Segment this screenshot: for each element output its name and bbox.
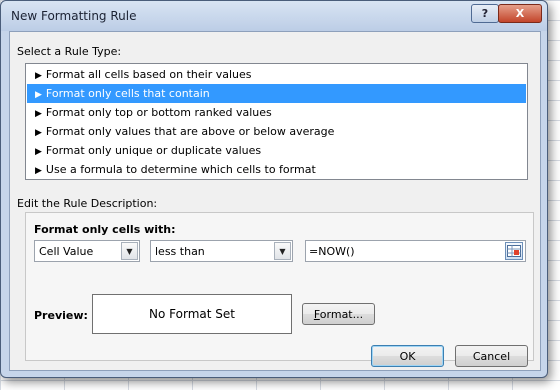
collapse-dialog-button[interactable] bbox=[505, 242, 523, 260]
format-preview: No Format Set bbox=[92, 294, 292, 334]
cancel-button[interactable]: Cancel bbox=[455, 345, 528, 367]
rule-type-label: Use a formula to determine which cells t… bbox=[45, 163, 316, 176]
rule-type-item[interactable]: ▶ Format all cells based on their values bbox=[27, 65, 526, 84]
new-formatting-rule-dialog: New Formatting Rule ? X Select a Rule Ty… bbox=[0, 0, 548, 378]
edit-rule-description-label: Edit the Rule Description: bbox=[17, 197, 158, 210]
triangle-right-icon: ▶ bbox=[35, 166, 42, 176]
rule-type-label: Format only cells that contain bbox=[45, 87, 210, 100]
triangle-right-icon: ▶ bbox=[35, 90, 42, 100]
rule-type-item[interactable]: ▶ Format only cells that contain bbox=[27, 84, 526, 103]
rule-type-item[interactable]: ▶ Format only values that are above or be… bbox=[27, 122, 526, 141]
triangle-right-icon: ▶ bbox=[35, 71, 42, 81]
preview-label: Preview: bbox=[34, 309, 88, 322]
operator-value: less than bbox=[155, 245, 205, 258]
condition-type-value: Cell Value bbox=[39, 245, 94, 258]
help-button[interactable]: ? bbox=[471, 4, 499, 23]
rule-value-input[interactable] bbox=[309, 243, 499, 259]
ok-button[interactable]: OK bbox=[371, 345, 444, 367]
cancel-button-label: Cancel bbox=[472, 349, 511, 363]
format-button-label: Format... bbox=[313, 307, 364, 321]
ok-button-label: OK bbox=[399, 349, 416, 363]
rule-type-item[interactable]: ▶ Use a formula to determine which cells … bbox=[27, 160, 526, 179]
rule-type-item[interactable]: ▶ Format only unique or duplicate values bbox=[27, 141, 526, 160]
rule-type-label: Format all cells based on their values bbox=[45, 68, 252, 81]
format-cells-with-heading: Format only cells with: bbox=[34, 223, 176, 236]
dialog-title: New Formatting Rule bbox=[11, 9, 137, 23]
close-icon: X bbox=[515, 7, 525, 20]
rule-type-label: Format only values that are above or bel… bbox=[45, 125, 335, 138]
triangle-right-icon: ▶ bbox=[35, 109, 42, 119]
help-icon: ? bbox=[481, 7, 489, 20]
range-select-icon bbox=[507, 245, 521, 257]
close-button[interactable]: X bbox=[498, 4, 542, 23]
title-bar[interactable]: New Formatting Rule ? X bbox=[1, 1, 547, 31]
dialog-body: Select a Rule Type: ▶ Format all cells ba… bbox=[9, 31, 541, 371]
preview-text: No Format Set bbox=[149, 307, 235, 321]
operator-dropdown[interactable]: less than ▼ bbox=[150, 240, 293, 262]
format-button[interactable]: Format... bbox=[302, 303, 375, 325]
chevron-down-icon[interactable]: ▼ bbox=[121, 242, 138, 260]
rule-type-label: Format only top or bottom ranked values bbox=[45, 106, 272, 119]
triangle-right-icon: ▶ bbox=[35, 147, 42, 157]
rule-type-item[interactable]: ▶ Format only top or bottom ranked values bbox=[27, 103, 526, 122]
select-rule-type-label: Select a Rule Type: bbox=[17, 45, 122, 58]
rule-value-field[interactable] bbox=[305, 240, 526, 262]
chevron-down-icon[interactable]: ▼ bbox=[274, 242, 291, 260]
rule-type-list[interactable]: ▶ Format all cells based on their values ▶… bbox=[25, 63, 528, 180]
condition-type-dropdown[interactable]: Cell Value ▼ bbox=[34, 240, 140, 262]
triangle-right-icon: ▶ bbox=[35, 128, 42, 138]
rule-type-label: Format only unique or duplicate values bbox=[45, 144, 262, 157]
